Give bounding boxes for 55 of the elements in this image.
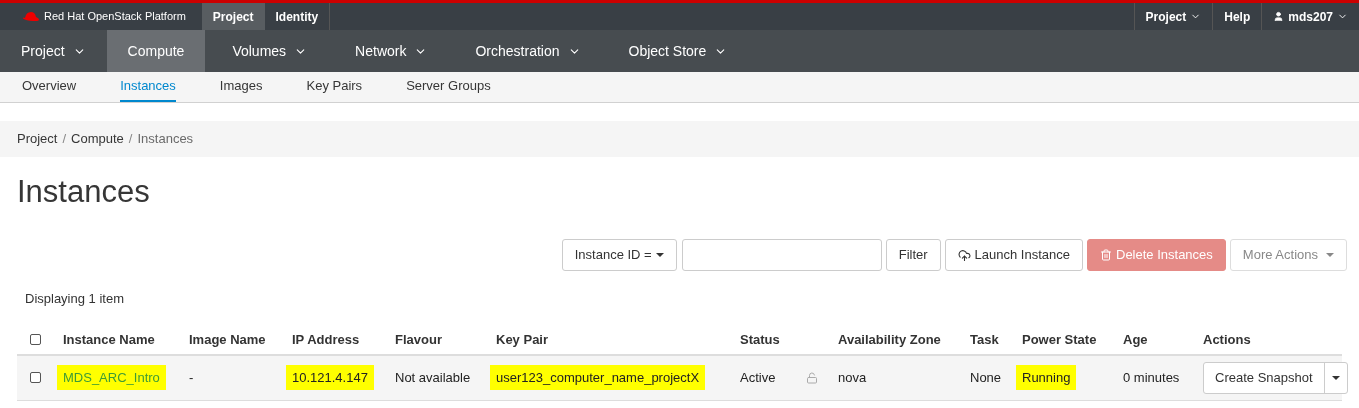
sub-nav-tab[interactable]: Images bbox=[219, 72, 263, 102]
main-nav-tab[interactable]: Orchestration bbox=[454, 30, 602, 72]
column-header: Status bbox=[740, 330, 780, 349]
column-header: Availability Zone bbox=[838, 330, 941, 349]
caret-icon bbox=[1331, 375, 1340, 380]
caret-icon bbox=[1326, 253, 1334, 257]
breadcrumb-separator: / bbox=[128, 130, 133, 149]
table-cell: Running bbox=[1016, 364, 1077, 391]
column-header: Image Name bbox=[189, 330, 266, 349]
table-cell-text: 0 minutes bbox=[1123, 368, 1180, 387]
breadcrumb-separator: / bbox=[62, 130, 67, 149]
column-header: Age bbox=[1123, 330, 1148, 349]
column-header: Flavour bbox=[395, 330, 442, 349]
main-nav-tab[interactable]: Volumes bbox=[211, 30, 329, 72]
column-header: IP Address bbox=[292, 330, 360, 349]
table-cell-text: Active bbox=[740, 368, 776, 387]
search-field[interactable] bbox=[681, 239, 882, 271]
table-cell: user123_computer_name_projectX bbox=[490, 364, 706, 391]
sub-nav-tab[interactable]: Overview bbox=[22, 72, 77, 102]
checkbox[interactable] bbox=[30, 372, 41, 383]
hat-logo-icon bbox=[22, 11, 40, 22]
table-cell-text: - bbox=[189, 368, 194, 387]
item-count: Displaying 1 item bbox=[24, 290, 125, 308]
column-header: Power State bbox=[1022, 330, 1097, 349]
main-nav-tab[interactable]: Project bbox=[0, 30, 107, 72]
breadcrumb-link[interactable]: Compute bbox=[71, 129, 124, 149]
brand-name: Red Hat OpenStack Platform bbox=[44, 9, 186, 25]
page-title: Instances bbox=[16, 173, 151, 211]
main-nav-tab[interactable]: Network bbox=[334, 30, 449, 72]
current-page-label: Instances bbox=[137, 130, 194, 149]
filter-button[interactable]: Filter bbox=[885, 239, 941, 271]
column-header: Instance Name bbox=[63, 330, 155, 349]
main-nav-tab[interactable]: Compute bbox=[106, 30, 206, 72]
caret-icon bbox=[655, 253, 664, 257]
unlocked-padlock-icon bbox=[806, 371, 818, 384]
table-cell-text: Not available bbox=[395, 368, 471, 387]
table-cell-text: nova bbox=[838, 368, 867, 387]
main-nav-tab[interactable]: Object Store bbox=[607, 30, 749, 72]
column-header: Key Pair bbox=[496, 330, 549, 349]
table-cell-text: None bbox=[970, 368, 1002, 387]
checkbox[interactable] bbox=[30, 334, 41, 345]
cloud-upload-icon bbox=[957, 248, 971, 262]
table-cell: 10.121.4.147 bbox=[286, 364, 374, 391]
top-tab[interactable]: Project bbox=[201, 3, 265, 30]
filter-dropdown[interactable]: Instance ID = bbox=[561, 239, 677, 271]
trash-icon bbox=[1100, 249, 1112, 261]
column-header: Actions bbox=[1203, 330, 1251, 349]
sub-nav-tab[interactable]: Instances bbox=[120, 72, 176, 102]
sub-nav-tab[interactable]: Server Groups bbox=[406, 72, 491, 102]
launch-button[interactable]: Launch Instance bbox=[944, 239, 1083, 271]
create-snapshot-button[interactable]: Create Snapshot bbox=[1204, 362, 1325, 393]
sub-nav-tab[interactable]: Key Pairs bbox=[306, 72, 363, 102]
user-icon bbox=[1273, 11, 1285, 22]
breadcrumb-link[interactable]: Project bbox=[17, 129, 58, 149]
column-header: Task bbox=[970, 330, 999, 349]
